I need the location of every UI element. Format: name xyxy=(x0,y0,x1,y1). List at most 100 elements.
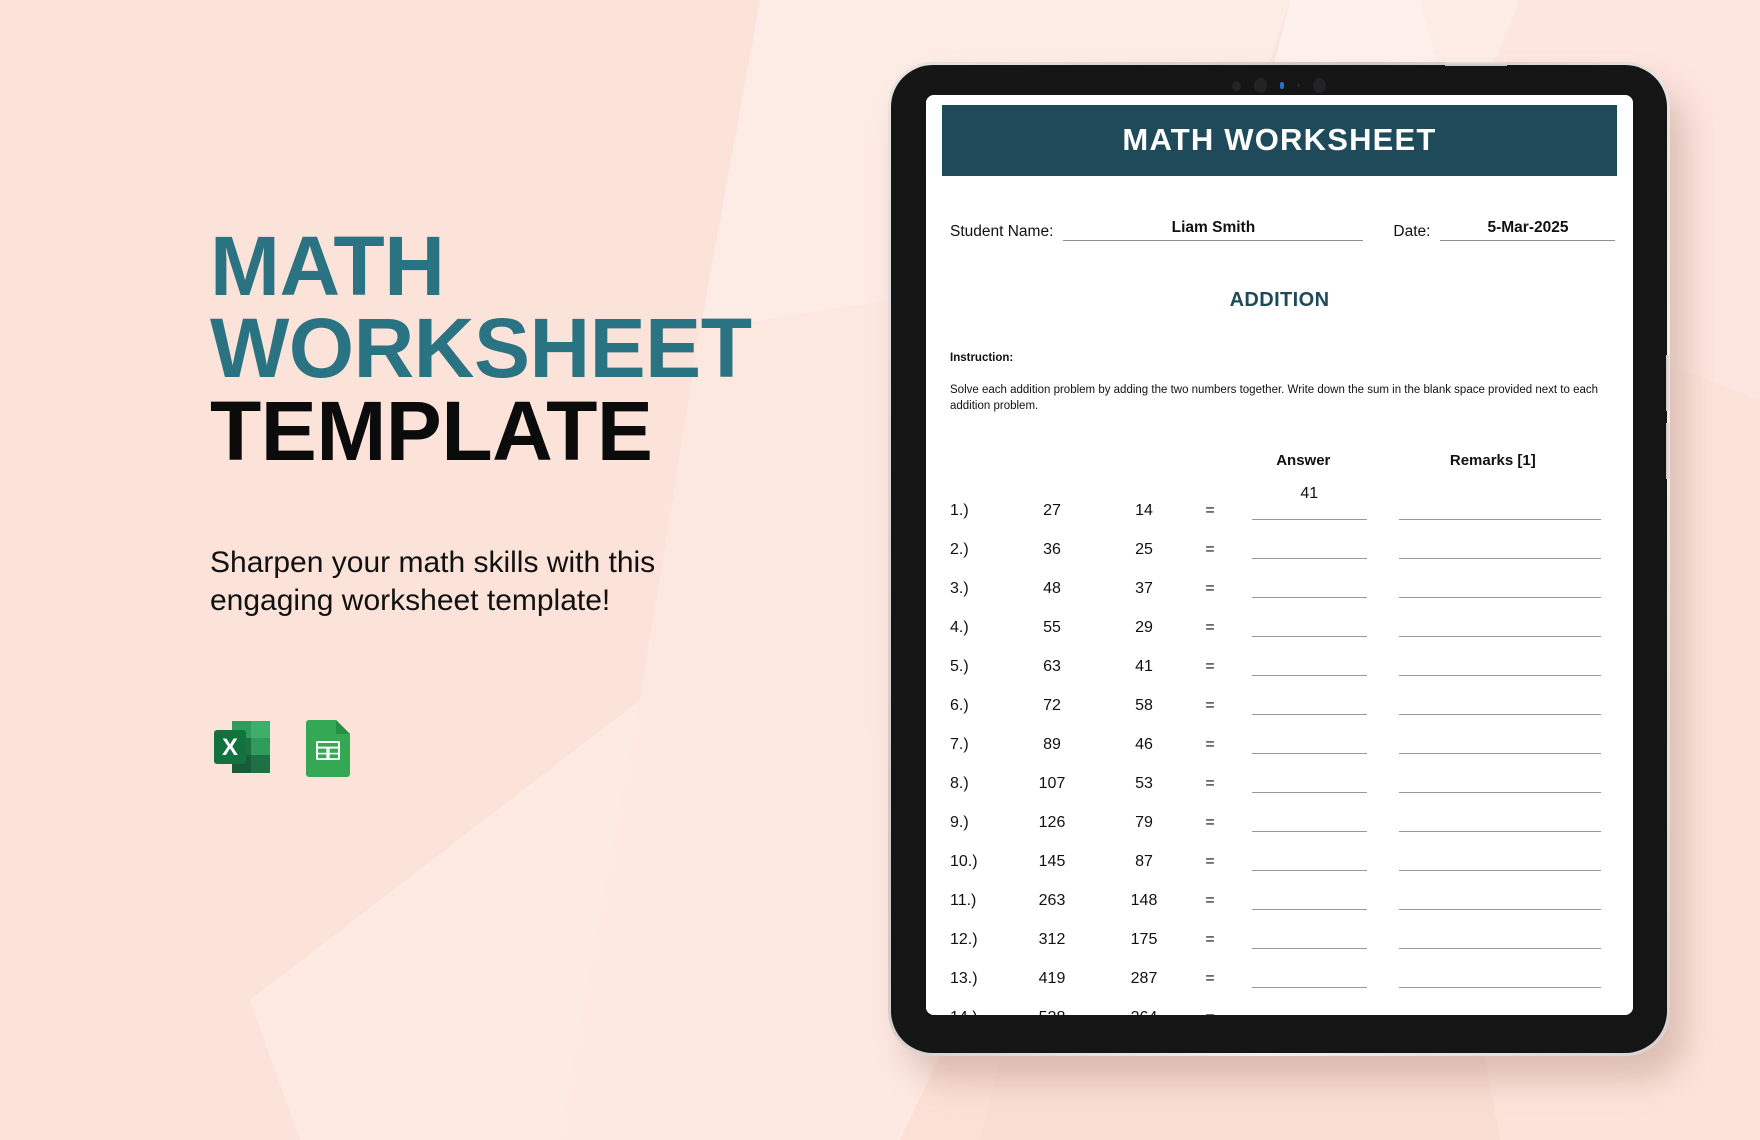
column-header-equals xyxy=(1190,452,1230,481)
operand-b: 37 xyxy=(1135,580,1153,598)
table-row: 3.) 48 37 = xyxy=(950,559,1609,599)
answer-cell[interactable] xyxy=(1230,832,1377,872)
operand-a: 312 xyxy=(1038,931,1066,949)
remarks-cell[interactable] xyxy=(1377,988,1609,1015)
equals-sign: = xyxy=(1205,892,1215,910)
answer-input[interactable] xyxy=(1252,912,1367,950)
equals-sign: = xyxy=(1205,502,1215,520)
answer-cell[interactable] xyxy=(1230,676,1377,716)
student-name-field[interactable]: Liam Smith xyxy=(1063,219,1364,241)
google-sheets-icon[interactable] xyxy=(296,715,360,779)
operand-a: 63 xyxy=(1043,658,1061,676)
answer-input[interactable] xyxy=(1252,717,1367,755)
problems-table: Answer Remarks [1] 1.) 27 14 = 41 2.) 36 25 = 3.)… xyxy=(950,452,1609,1015)
remarks-cell[interactable] xyxy=(1377,910,1609,950)
remarks-cell[interactable] xyxy=(1377,715,1609,755)
table-row: 14.)528364= xyxy=(950,988,1609,1015)
answer-input[interactable] xyxy=(1252,951,1367,989)
operand-b: 175 xyxy=(1130,931,1158,949)
camera-cluster xyxy=(1232,78,1326,93)
answer-input[interactable] xyxy=(1252,756,1367,794)
answer-cell[interactable] xyxy=(1230,949,1377,989)
operand-a: 55 xyxy=(1043,619,1061,637)
row-index: 10.) xyxy=(950,853,978,871)
remarks-cell[interactable] xyxy=(1377,871,1609,911)
remarks-cell[interactable] xyxy=(1377,676,1609,716)
answer-cell[interactable] xyxy=(1230,637,1377,677)
answer-input[interactable] xyxy=(1252,873,1367,911)
equals-sign: = xyxy=(1205,736,1215,754)
remarks-input[interactable] xyxy=(1398,795,1601,833)
answer-cell[interactable] xyxy=(1230,715,1377,755)
column-header-operand-b xyxy=(1098,452,1190,481)
table-row: 1.) 27 14 = 41 xyxy=(950,481,1609,521)
student-info-row: Student Name: Liam Smith Date: 5-Mar-202… xyxy=(950,219,1616,241)
svg-text:X: X xyxy=(222,734,238,761)
answer-cell[interactable] xyxy=(1230,910,1377,950)
table-row: 2.) 36 25 = xyxy=(950,520,1609,560)
remarks-cell[interactable] xyxy=(1377,481,1609,521)
remarks-input[interactable] xyxy=(1398,873,1601,911)
remarks-cell[interactable] xyxy=(1377,949,1609,989)
volume-up-button[interactable] xyxy=(1666,355,1670,411)
tablet-body: MATH WORKSHEET Student Name: Liam Smith … xyxy=(891,62,1670,1053)
remarks-cell[interactable] xyxy=(1377,598,1609,638)
equals-sign: = xyxy=(1205,814,1215,832)
operand-b: 53 xyxy=(1135,775,1153,793)
operand-b: 46 xyxy=(1135,736,1153,754)
answer-input[interactable] xyxy=(1252,522,1367,560)
answer-cell[interactable] xyxy=(1230,520,1377,560)
remarks-cell[interactable] xyxy=(1377,832,1609,872)
answer-input[interactable] xyxy=(1252,990,1367,1015)
answer-cell[interactable] xyxy=(1230,598,1377,638)
remarks-input[interactable] xyxy=(1398,483,1601,521)
remarks-input[interactable] xyxy=(1398,522,1601,560)
answer-input[interactable] xyxy=(1252,795,1367,833)
operand-a: 36 xyxy=(1043,541,1061,559)
table-row: 10.) 145 87 = xyxy=(950,832,1609,872)
remarks-input[interactable] xyxy=(1398,756,1601,794)
answer-input[interactable] xyxy=(1252,561,1367,599)
remarks-cell[interactable] xyxy=(1377,754,1609,794)
remarks-input[interactable] xyxy=(1399,990,1601,1015)
remarks-cell[interactable] xyxy=(1377,793,1609,833)
remarks-input[interactable] xyxy=(1398,561,1601,599)
volume-down-button[interactable] xyxy=(1666,423,1670,479)
remarks-cell[interactable] xyxy=(1377,559,1609,599)
answer-input[interactable] xyxy=(1252,639,1367,677)
remarks-input[interactable] xyxy=(1398,600,1601,638)
answer-input[interactable] xyxy=(1252,600,1367,638)
title-line-3: TEMPLATE xyxy=(210,383,653,478)
answer-input[interactable]: 41 xyxy=(1252,483,1367,521)
tablet-screen[interactable]: MATH WORKSHEET Student Name: Liam Smith … xyxy=(926,95,1633,1015)
remarks-input[interactable] xyxy=(1398,912,1601,950)
row-index: 5.) xyxy=(950,658,969,676)
operand-b: 41 xyxy=(1135,658,1153,676)
power-button[interactable] xyxy=(1445,62,1507,66)
remarks-cell[interactable] xyxy=(1377,520,1609,560)
operand-a: 528 xyxy=(1006,988,1098,1015)
answer-cell[interactable] xyxy=(1230,559,1377,599)
remarks-input[interactable] xyxy=(1398,834,1601,872)
answer-input[interactable] xyxy=(1252,678,1367,716)
answer-cell[interactable] xyxy=(1230,793,1377,833)
equals-sign: = xyxy=(1190,988,1230,1015)
remarks-input[interactable] xyxy=(1398,678,1601,716)
answer-input[interactable] xyxy=(1252,834,1367,872)
remarks-cell[interactable] xyxy=(1377,637,1609,677)
remarks-input[interactable] xyxy=(1398,717,1601,755)
date-field[interactable]: 5-Mar-2025 xyxy=(1440,219,1616,241)
row-index: 11.) xyxy=(950,892,977,910)
answer-cell[interactable] xyxy=(1230,871,1377,911)
remarks-input[interactable] xyxy=(1398,951,1601,989)
remarks-input[interactable] xyxy=(1398,639,1601,677)
answer-cell[interactable]: 41 xyxy=(1230,481,1377,521)
column-header-operand-a xyxy=(1006,452,1098,481)
operand-a: 48 xyxy=(1043,580,1061,598)
operand-b: 29 xyxy=(1135,619,1153,637)
operand-b: 14 xyxy=(1135,502,1153,520)
row-index: 8.) xyxy=(950,775,969,793)
microsoft-excel-icon[interactable]: X xyxy=(210,715,274,779)
answer-cell[interactable] xyxy=(1230,988,1377,1015)
answer-cell[interactable] xyxy=(1230,754,1377,794)
